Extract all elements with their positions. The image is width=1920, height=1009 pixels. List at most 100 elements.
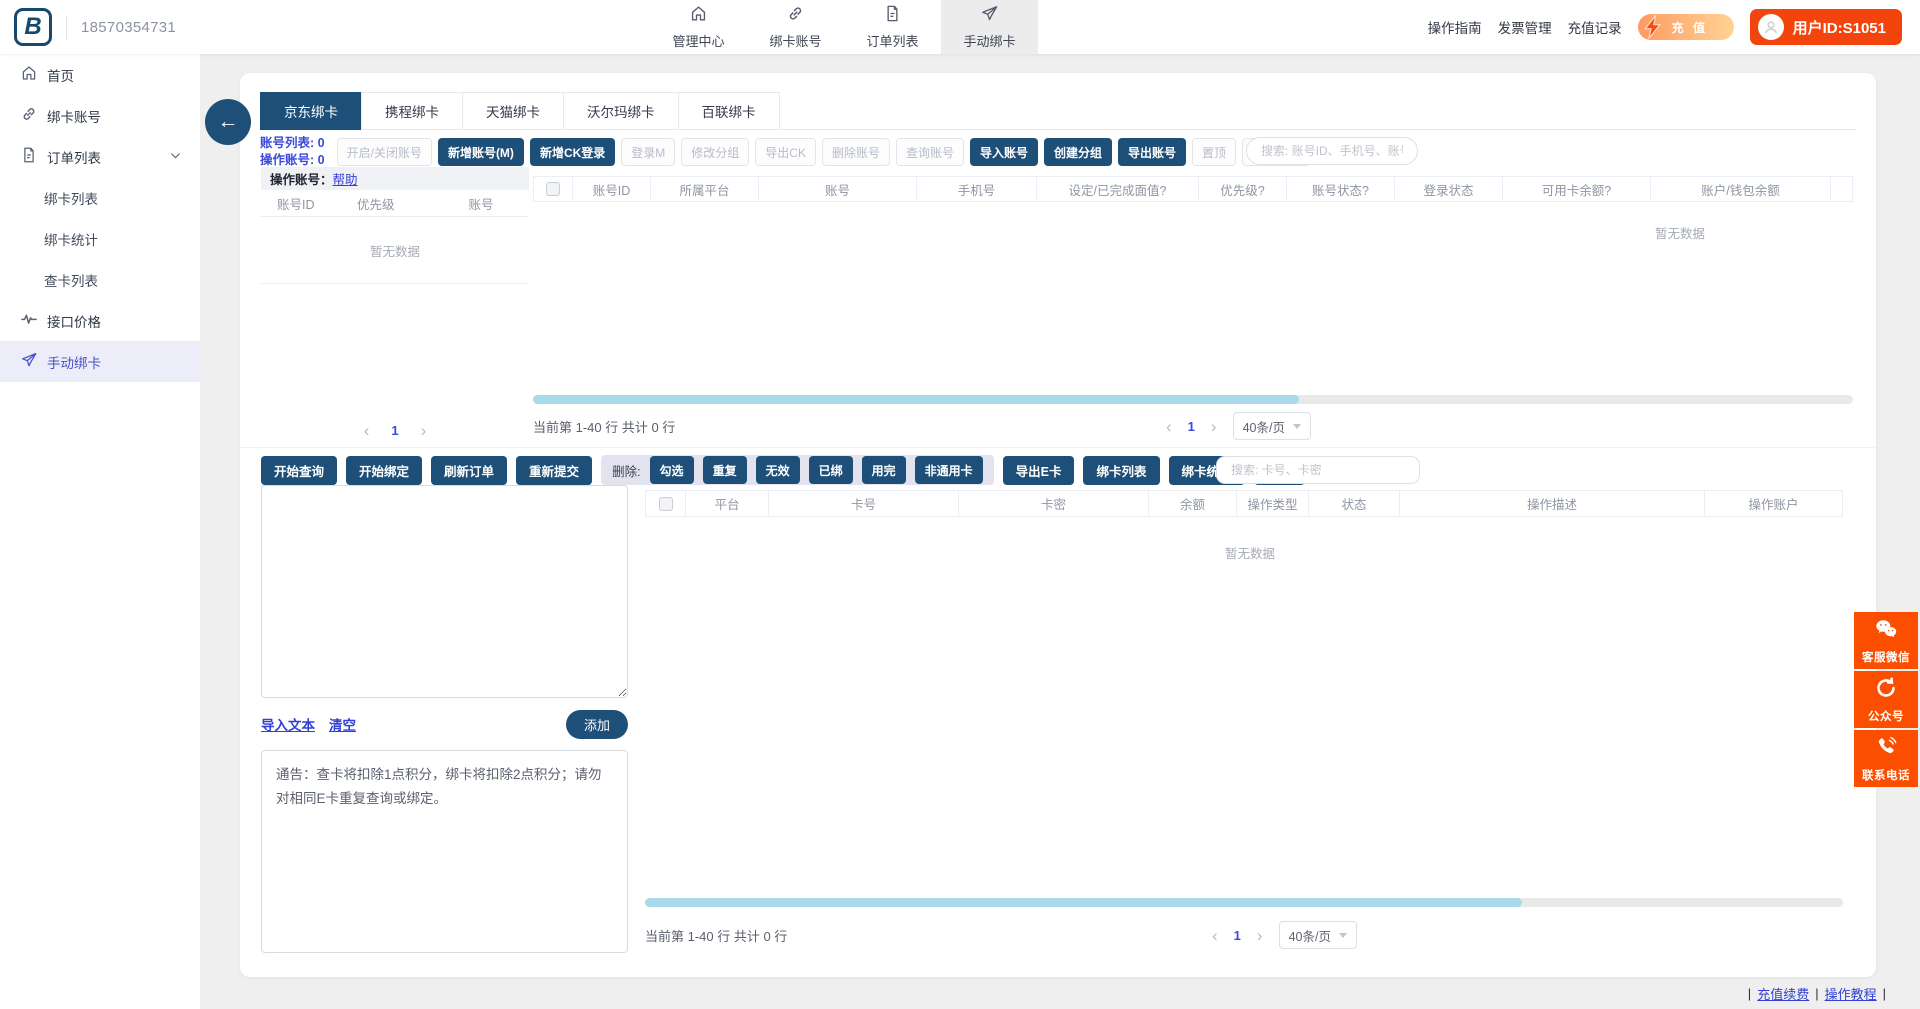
sidebar-item-bind-stats[interactable]: 绑卡统计 [0, 218, 200, 259]
start-query-button[interactable]: 开始查询 [261, 456, 337, 485]
nav-item-management-center[interactable]: 管理中心 [650, 0, 747, 54]
invoice-link[interactable]: 发票管理 [1498, 17, 1552, 37]
page-number[interactable]: 1 [1188, 419, 1195, 434]
wechat-icon [1874, 617, 1898, 646]
add-account-button[interactable]: 新增账号(M) [438, 138, 524, 166]
divider [66, 15, 67, 39]
scrollbar-thumb[interactable] [533, 395, 1299, 404]
lightning-icon [1640, 13, 1668, 41]
account-list-count: 账号列表: 0 [260, 135, 325, 152]
prev-page-icon[interactable]: ‹ [1212, 927, 1218, 944]
card-input-textarea[interactable] [261, 485, 628, 698]
delete-duplicate-button[interactable]: 重复 [703, 456, 747, 484]
import-account-button[interactable]: 导入账号 [970, 138, 1038, 166]
refresh-order-button[interactable]: 刷新订单 [431, 456, 507, 485]
account-search-input[interactable] [1246, 137, 1418, 165]
collapse-panel-button[interactable]: ← [205, 99, 251, 145]
delete-bound-button[interactable]: 已绑 [809, 456, 853, 484]
modify-group-button[interactable]: 修改分组 [681, 138, 749, 166]
select-all-checkbox[interactable] [546, 182, 560, 196]
col-login-status: 登录状态 [1395, 177, 1503, 201]
sidebar-item-manual-bind[interactable]: 手动绑卡 [0, 341, 200, 382]
pipe: | [1748, 986, 1751, 1001]
page-size-select[interactable]: 40条/页 [1279, 921, 1357, 949]
next-page-icon[interactable]: › [1211, 418, 1217, 435]
contact-phone-button[interactable]: 联系电话 [1854, 730, 1918, 787]
floating-contact-stack: 客服微信 公众号 联系电话 [1854, 612, 1918, 789]
phone-icon [1874, 735, 1898, 764]
delete-invalid-button[interactable]: 无效 [756, 456, 800, 484]
card-search-input[interactable] [1216, 456, 1420, 484]
nav-item-bind-accounts[interactable]: 绑卡账号 [747, 0, 844, 54]
sidebar-item-card-query-list[interactable]: 查卡列表 [0, 259, 200, 300]
pipe: | [1815, 986, 1818, 1001]
page-size-select[interactable]: 40条/页 [1233, 412, 1311, 440]
col-account: 账号 [759, 177, 917, 201]
send-icon [980, 4, 999, 28]
nav-label: 绑卡账号 [769, 31, 821, 50]
scrollbar-thumb[interactable] [645, 898, 1522, 907]
recharge-renew-link[interactable]: 充值续费 [1757, 984, 1809, 1003]
col-phone: 手机号 [917, 177, 1037, 201]
home-icon [689, 4, 708, 28]
wechat-service-button[interactable]: 客服微信 [1854, 612, 1918, 669]
account-table-pagination: 当前第 1-40 行 共计 0 行 ‹ 1 › 40条/页 [533, 409, 1853, 443]
sidebar-item-api-price[interactable]: 接口价格 [0, 300, 200, 341]
recharge-button[interactable]: 充 值 [1638, 14, 1734, 40]
query-account-button[interactable]: 查询账号 [896, 138, 964, 166]
create-group-button[interactable]: 创建分组 [1044, 138, 1112, 166]
tab-jd-bind[interactable]: 京东绑卡 [260, 92, 362, 130]
nav-item-manual-bind[interactable]: 手动绑卡 [941, 0, 1038, 54]
select-all-cell [645, 491, 686, 516]
recharge-history-link[interactable]: 充值记录 [1568, 17, 1622, 37]
page-number[interactable]: 1 [391, 423, 398, 438]
tab-walmart-bind[interactable]: 沃尔玛绑卡 [563, 92, 679, 130]
sidebar-item-home[interactable]: 首页 [0, 54, 200, 95]
logo-area: B 18570354731 [0, 8, 340, 46]
next-page-icon[interactable]: › [1257, 927, 1263, 944]
sidebar-item-order-list[interactable]: 订单列表 [0, 136, 200, 177]
tab-tmall-bind[interactable]: 天猫绑卡 [462, 92, 564, 130]
import-text-link[interactable]: 导入文本 [261, 714, 315, 734]
add-ck-login-button[interactable]: 新增CK登录 [530, 138, 615, 166]
help-link[interactable]: 帮助 [333, 169, 358, 188]
float-label: 联系电话 [1862, 767, 1910, 783]
resubmit-button[interactable]: 重新提交 [516, 456, 592, 485]
pipe: | [1883, 986, 1886, 1001]
guide-link[interactable]: 操作指南 [1428, 17, 1482, 37]
official-account-button[interactable]: 公众号 [1854, 671, 1918, 728]
pin-top-button[interactable]: 置顶 [1192, 138, 1236, 166]
user-id-button[interactable]: 用户ID:S1051 [1750, 9, 1902, 45]
sidebar-item-label: 手动绑卡 [47, 352, 101, 372]
tab-ctrip-bind[interactable]: 携程绑卡 [361, 92, 463, 130]
sidebar-item-bind-list[interactable]: 绑卡列表 [0, 177, 200, 218]
prev-page-icon[interactable]: ‹ [1166, 418, 1172, 435]
chevron-down-icon [1293, 424, 1301, 429]
select-all-checkbox[interactable] [659, 497, 673, 511]
login-m-button[interactable]: 登录M [621, 138, 675, 166]
delete-checked-button[interactable]: 勾选 [650, 456, 694, 484]
next-page-icon[interactable]: › [421, 422, 427, 439]
delete-nongeneric-button[interactable]: 非通用卡 [915, 456, 983, 484]
export-ecard-button[interactable]: 导出E卡 [1003, 456, 1075, 485]
tutorial-link[interactable]: 操作教程 [1825, 984, 1877, 1003]
tab-bailian-bind[interactable]: 百联绑卡 [678, 92, 780, 130]
toggle-account-button[interactable]: 开启/关闭账号 [337, 138, 432, 166]
logo: B [14, 8, 52, 46]
export-ck-button[interactable]: 导出CK [755, 138, 816, 166]
start-bind-button[interactable]: 开始绑定 [346, 456, 422, 485]
page-number[interactable]: 1 [1234, 928, 1241, 943]
prev-page-icon[interactable]: ‹ [364, 422, 370, 439]
notice-box: 通告：查卡将扣除1点积分，绑卡将扣除2点积分；请勿对相同E卡重复查询或绑定。 [261, 750, 628, 953]
delete-used-button[interactable]: 用完 [862, 456, 906, 484]
cycle-icon [1874, 676, 1898, 705]
platform-tabs: 京东绑卡 携程绑卡 天猫绑卡 沃尔玛绑卡 百联绑卡 [260, 92, 780, 130]
nav-item-order-list[interactable]: 订单列表 [844, 0, 941, 54]
add-button[interactable]: 添加 [566, 710, 628, 739]
delete-account-button[interactable]: 删除账号 [822, 138, 890, 166]
sidebar-item-bind-accounts[interactable]: 绑卡账号 [0, 95, 200, 136]
col-priority: 优先级? [1199, 177, 1287, 201]
clear-link[interactable]: 清空 [329, 714, 356, 734]
bind-list-button[interactable]: 绑卡列表 [1083, 456, 1159, 485]
export-account-button[interactable]: 导出账号 [1118, 138, 1186, 166]
